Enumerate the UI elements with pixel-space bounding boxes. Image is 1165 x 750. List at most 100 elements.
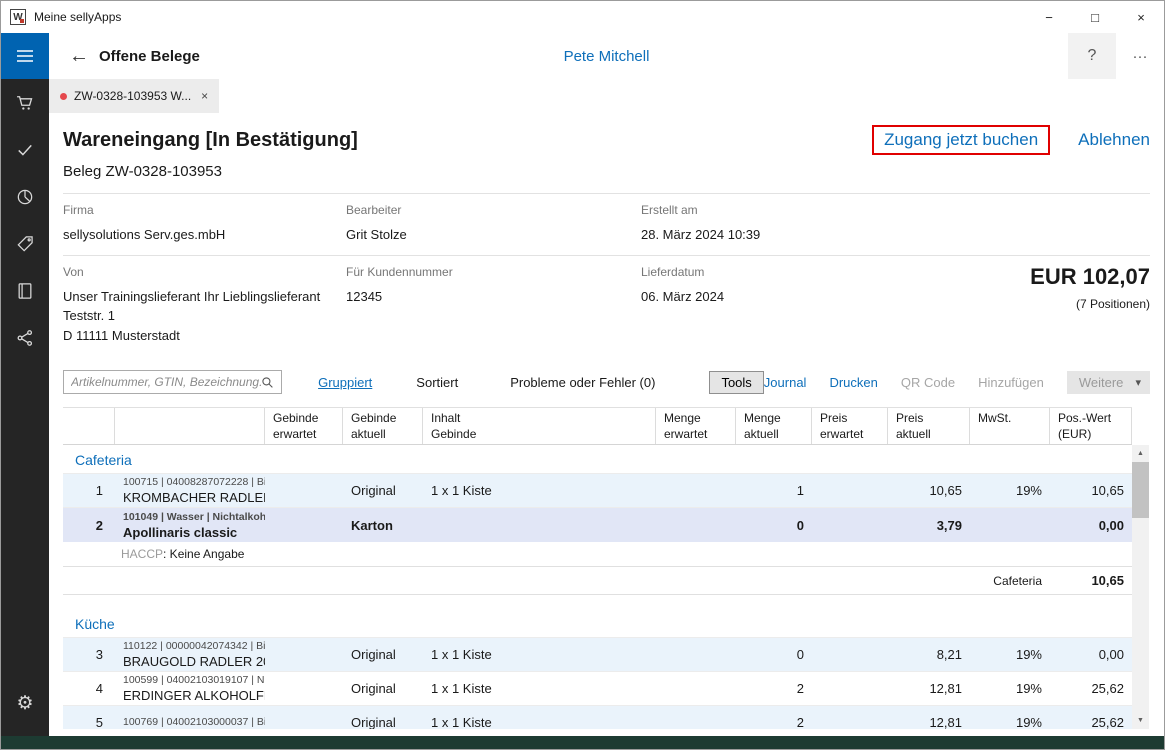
cell-preis-aktuell: 10,65 — [888, 481, 970, 500]
field-label: Erstellt am — [641, 203, 1150, 217]
article-name: KROMBACHER RADLER 2... — [123, 490, 257, 505]
field-label: Für Kundennummer — [346, 265, 641, 279]
close-button[interactable]: × — [1118, 1, 1164, 33]
cell-menge-erwartet — [656, 687, 736, 691]
position-count: (7 Positionen) — [1030, 297, 1150, 311]
cell-inhalt-gebinde: 1 x 1 Kiste — [423, 481, 656, 500]
app-logo-icon: W — [10, 9, 26, 25]
menu-button[interactable] — [1, 33, 49, 79]
group-header-kueche: Küche — [63, 609, 1132, 638]
sidebar-item-purchasing[interactable] — [1, 79, 49, 126]
table-row-selected[interactable]: 2 101049 | Wasser | Nichtalkoholi... Apo… — [63, 508, 1132, 542]
items-toolbar: Gruppiert Sortiert Probleme oder Fehler … — [63, 369, 1150, 395]
sidebar-item-tasks[interactable] — [1, 126, 49, 173]
cell-mwst: 19% — [970, 481, 1050, 500]
more-icon: ··· — [1133, 48, 1148, 65]
article-name: BRAUGOLD RADLER 20X... — [123, 654, 257, 669]
info-row-2: Von Unser Trainingslieferant Ihr Lieblin… — [63, 256, 1150, 356]
reject-button[interactable]: Ablehnen — [1078, 130, 1150, 150]
sidebar-item-journal[interactable] — [1, 267, 49, 314]
vertical-scrollbar[interactable]: ▲ ▼ — [1132, 445, 1149, 729]
search-box — [63, 370, 282, 394]
window-title: Meine sellyApps — [34, 10, 121, 24]
cell-preis-erwartet — [812, 653, 888, 657]
table-row[interactable]: 3 110122 | 00000042074342 | Bier... BRAU… — [63, 638, 1132, 672]
cell-inhalt-gebinde: 1 x 1 Kiste — [423, 645, 656, 664]
field-value: 28. März 2024 10:39 — [641, 225, 1150, 245]
cell-inhalt-gebinde: 1 x 1 Kiste — [423, 679, 656, 698]
row-number: 3 — [63, 645, 115, 664]
table-viewport: Cafeteria 1 100715 | 04008287072228 | Bi… — [63, 445, 1132, 729]
book-receipt-button[interactable]: Zugang jetzt buchen — [872, 125, 1050, 155]
problems-link[interactable]: Probleme oder Fehler (0) — [510, 375, 655, 390]
close-icon: × — [1137, 10, 1145, 25]
cell-preis-erwartet — [812, 489, 888, 493]
cell-preis-erwartet — [812, 687, 888, 691]
document-content: Wareneingang [In Bestätigung] Zugang jet… — [49, 113, 1164, 749]
cell-menge-aktuell: 2 — [736, 713, 812, 729]
print-link[interactable]: Drucken — [829, 375, 877, 390]
article-name: Apollinaris classic — [123, 525, 257, 540]
tab-document[interactable]: ZW-0328-103953 W... × — [49, 79, 219, 113]
table-row[interactable]: 5 100769 | 04002103000037 | Bier... Orig… — [63, 706, 1132, 729]
document-actions: Zugang jetzt buchen Ablehnen — [872, 125, 1150, 155]
article-cell: 100769 | 04002103000037 | Bier... — [115, 714, 265, 730]
add-item-link[interactable]: Hinzufügen — [978, 375, 1044, 390]
header-mwst: MwSt. — [970, 408, 1050, 444]
field-firma: Firma sellysolutions Serv.ges.mbH — [63, 203, 346, 245]
unsaved-dot-icon — [60, 93, 67, 100]
scrollbar-thumb[interactable] — [1132, 462, 1149, 518]
back-icon: ← — [69, 45, 89, 67]
view-grouped-link[interactable]: Gruppiert — [318, 375, 372, 390]
tab-close-icon: × — [201, 89, 208, 103]
chevron-down-icon: ▾ — [1135, 376, 1141, 389]
minimize-button[interactable]: − — [1026, 1, 1072, 33]
article-id: 100599 | 04002103019107 | Nich... — [123, 674, 257, 686]
user-link[interactable]: Pete Mitchell — [49, 48, 1164, 65]
field-kundennummer: Für Kundennummer 12345 — [346, 265, 641, 346]
sidebar-item-prices[interactable] — [1, 220, 49, 267]
haccp-label: HACCP — [121, 547, 163, 561]
sidebar-item-settings[interactable]: ⚙ — [1, 680, 49, 727]
tag-icon — [15, 234, 35, 254]
scroll-up-button[interactable]: ▲ — [1132, 445, 1149, 462]
book-icon — [15, 281, 35, 301]
article-cell: 110122 | 00000042074342 | Bier... BRAUGO… — [115, 638, 265, 671]
cell-pos-wert: 25,62 — [1050, 679, 1132, 698]
tab-label: ZW-0328-103953 W... — [74, 89, 191, 103]
field-label: Von — [63, 265, 346, 279]
search-input[interactable] — [71, 375, 261, 389]
header-pos-wert: Pos.-Wert (EUR) — [1050, 408, 1132, 444]
table-row[interactable]: 1 100715 | 04008287072228 | Bier... KROM… — [63, 474, 1132, 508]
more-button[interactable]: ··· — [1116, 33, 1164, 79]
journal-link[interactable]: Journal — [764, 375, 807, 390]
tab-close-button[interactable]: × — [201, 89, 208, 103]
header-preis-erwartet: Preis erwartet — [812, 408, 888, 444]
qr-code-link[interactable]: QR Code — [901, 375, 955, 390]
sidebar-item-reports[interactable] — [1, 173, 49, 220]
tools-button[interactable]: Tools — [709, 371, 763, 394]
cell-gebinde-erwartet — [265, 721, 343, 725]
cell-preis-aktuell: 12,81 — [888, 713, 970, 729]
cell-menge-aktuell: 2 — [736, 679, 812, 698]
sidebar-item-share[interactable] — [1, 314, 49, 361]
scroll-down-button[interactable]: ▼ — [1132, 712, 1149, 729]
summary-value: 10,65 — [1050, 573, 1132, 588]
cell-preis-aktuell: 3,79 — [888, 516, 970, 535]
help-button[interactable]: ? — [1068, 33, 1116, 79]
cell-gebinde-aktuell: Original — [343, 481, 423, 500]
back-button[interactable]: ← — [59, 45, 99, 68]
cell-pos-wert: 10,65 — [1050, 481, 1132, 500]
cell-pos-wert: 0,00 — [1050, 645, 1132, 664]
hamburger-icon — [16, 49, 34, 63]
cell-inhalt-gebinde: 1 x 1 Kiste — [423, 713, 656, 729]
footer-bar — [1, 736, 1164, 749]
table-row[interactable]: 4 100599 | 04002103019107 | Nich... ERDI… — [63, 672, 1132, 706]
cell-preis-aktuell: 12,81 — [888, 679, 970, 698]
header-menge-aktuell: Menge aktuell — [736, 408, 812, 444]
app-header: ← Offene Belege Pete Mitchell ? ··· — [49, 33, 1164, 79]
maximize-button[interactable]: □ — [1072, 1, 1118, 33]
view-sorted-link[interactable]: Sortiert — [416, 375, 458, 390]
cell-pos-wert: 0,00 — [1050, 516, 1132, 535]
more-actions-dropdown[interactable]: Weitere ▾ — [1067, 371, 1150, 394]
